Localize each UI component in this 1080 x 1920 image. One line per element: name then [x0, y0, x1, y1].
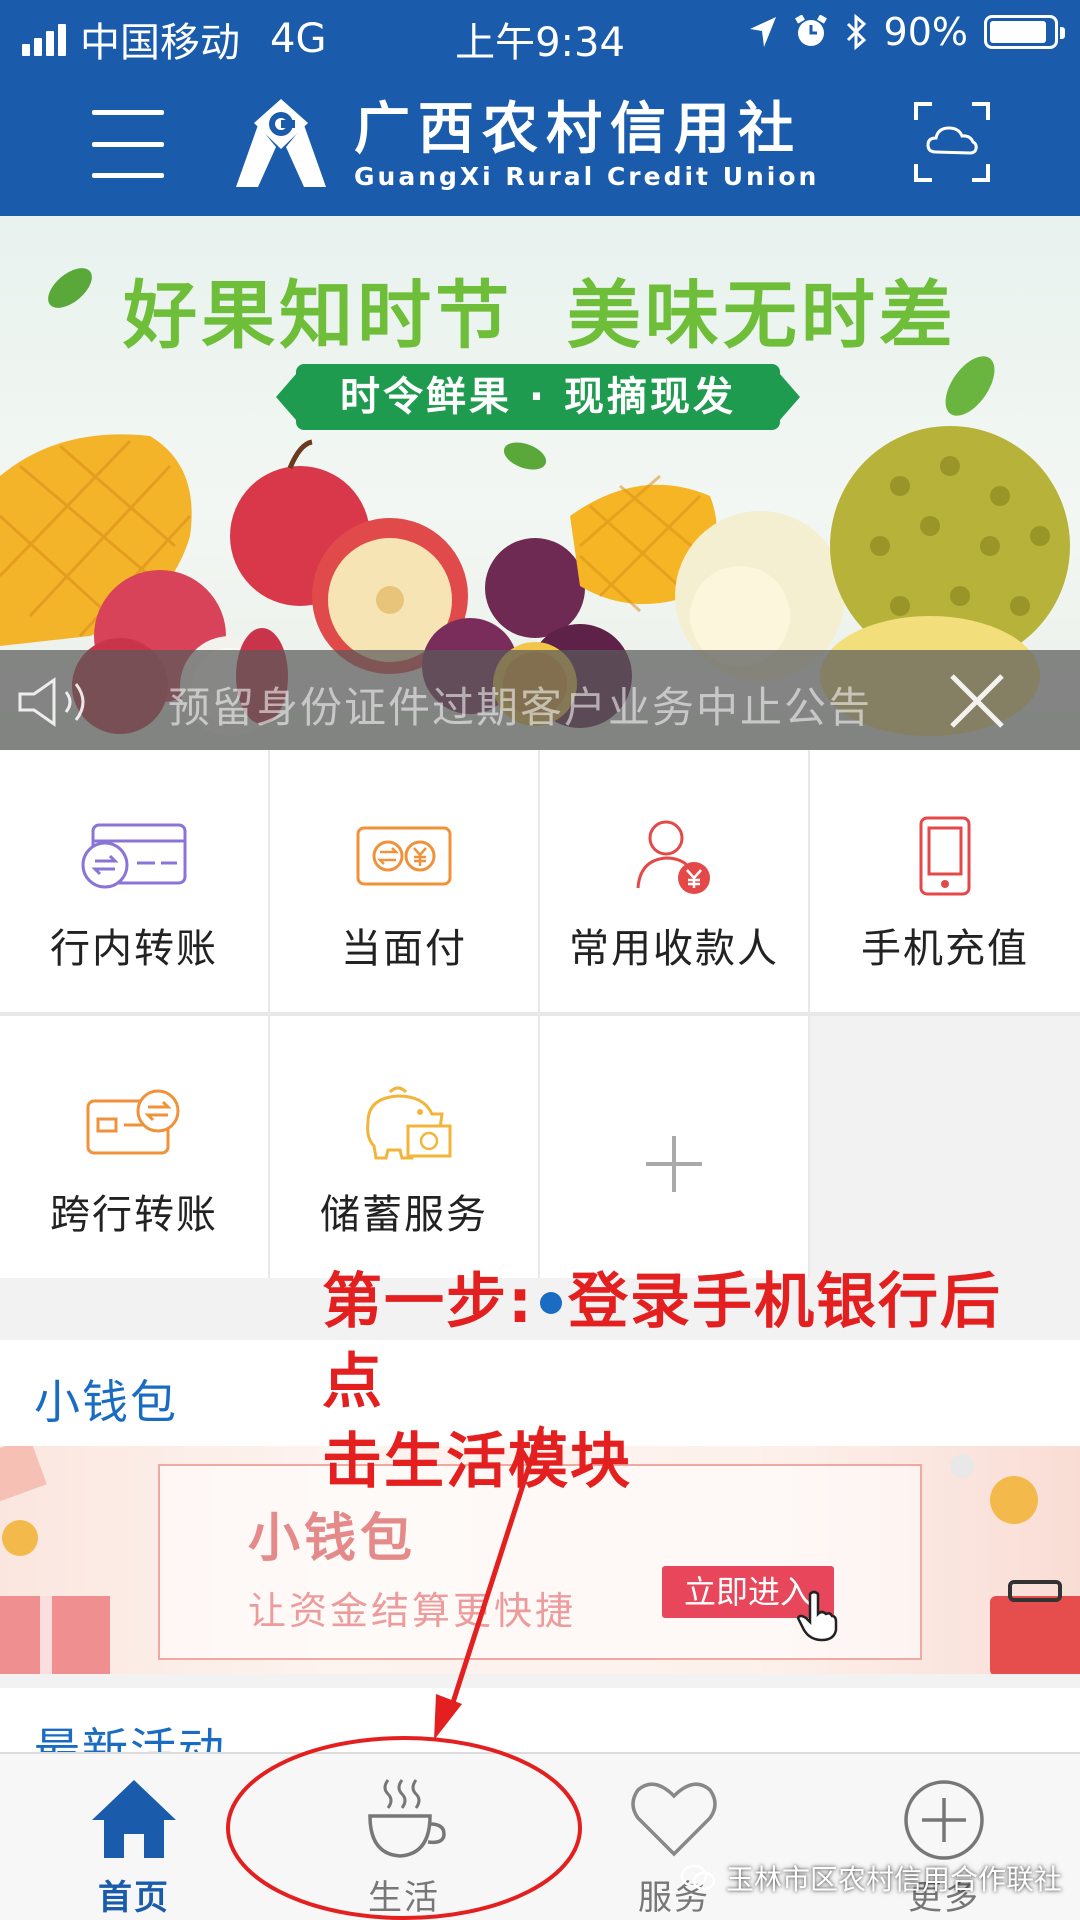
service-label: 储蓄服务	[320, 1192, 488, 1238]
instruction-step: 第一步:	[322, 1267, 534, 1337]
instruction-line2: 击生活模块	[322, 1427, 632, 1497]
banner-tagline: 时令鲜果 · 现摘现发	[276, 364, 800, 430]
logo-title-cn: 广西农村信用社	[354, 97, 802, 162]
empty-cell	[810, 1016, 1080, 1278]
logo-title-en: GuangXi Rural Credit Union	[354, 162, 820, 191]
plus-circle-icon	[904, 1780, 984, 1860]
service-item-phone-topup[interactable]: 手机充值	[810, 750, 1080, 1012]
instruction-annotation: 第一步: 登录手机银行后点 击生活模块	[322, 1262, 1062, 1502]
wechat-icon	[680, 1864, 716, 1891]
bank-logo: 广西农村信用社 GuangXi Rural Credit Union	[226, 90, 819, 200]
tab-life[interactable]: 生活	[304, 1754, 504, 1920]
payee-icon	[636, 820, 710, 894]
watermark-text: 玉林市区农村信用合作联社	[726, 1863, 1063, 1896]
status-icons: 90%	[748, 10, 1065, 54]
service-grid: 行内转账 当面付 常用收款人 手机充值 跨行转账 储蓄服务	[0, 750, 1080, 1278]
battery-icon	[984, 15, 1065, 49]
service-item-payee[interactable]: 常用收款人	[540, 750, 808, 1012]
close-icon[interactable]	[946, 670, 1008, 732]
add-service-cell[interactable]	[540, 1016, 808, 1278]
tab-label: 首页	[98, 1878, 170, 1918]
service-label: 跨行转账	[50, 1192, 218, 1238]
banner-headline-1: 好果知时节	[123, 273, 514, 359]
menu-icon[interactable]	[92, 106, 164, 182]
service-label: 常用收款人	[569, 926, 779, 972]
phone-topup-icon	[919, 816, 971, 896]
notice-text[interactable]: 预留身份证件过期客户业务中止公告	[168, 674, 872, 735]
scan-icon[interactable]	[914, 102, 990, 182]
activity-section-title: 最新活动	[34, 1723, 226, 1752]
interbank-transfer-icon	[86, 1089, 180, 1155]
watermark: 玉林市区农村信用合作联社	[680, 1858, 1062, 1898]
logo-mark-icon	[236, 99, 326, 187]
heart-icon	[631, 1782, 717, 1857]
battery-fill	[990, 21, 1046, 43]
service-label: 当面付	[341, 926, 467, 972]
alarm-icon	[794, 15, 827, 46]
app-header: 广西农村信用社 GuangXi Rural Credit Union	[0, 72, 1080, 216]
add-icon[interactable]	[642, 1132, 706, 1196]
notice-bar[interactable]: 预留身份证件过期客户业务中止公告	[0, 650, 1080, 750]
location-arrow-icon	[749, 17, 776, 47]
face-pay-icon	[356, 826, 452, 886]
wallet-card-subtitle: 让资金结算更快捷	[248, 1589, 577, 1633]
promo-banner[interactable]: 好果知时节 美味无时差 时令鲜果 · 现摘现发 预留身份证件过期客户业务中止公告	[0, 216, 1080, 750]
section-separator	[0, 1674, 1080, 1688]
activity-section-header: 最新活动	[0, 1688, 1080, 1752]
service-item-intra-transfer[interactable]: 行内转账	[0, 750, 268, 1012]
instruction-dot	[540, 1292, 562, 1315]
coffee-cup-icon	[368, 1779, 446, 1858]
status-bar: 中国移动 4G 上午9:34 90%	[0, 0, 1080, 72]
transfer-card-icon	[81, 823, 187, 889]
hand-pointer-icon	[796, 1590, 838, 1642]
battery-percent: 90%	[883, 10, 968, 54]
banner-headline-2: 美味无时差	[566, 273, 957, 359]
wallet-section-title: 小钱包	[34, 1375, 178, 1429]
service-label: 行内转账	[50, 926, 218, 972]
piggy-bank-icon	[366, 1086, 452, 1160]
banner-headline: 好果知时节 美味无时差	[0, 256, 1080, 363]
home-icon	[92, 1780, 176, 1858]
service-item-face-pay[interactable]: 当面付	[270, 750, 538, 1012]
tab-label: 生活	[368, 1878, 440, 1918]
bluetooth-icon	[846, 14, 866, 50]
wallet-card-title: 小钱包	[248, 1509, 417, 1569]
speaker-icon	[18, 677, 85, 727]
service-item-interbank-transfer[interactable]: 跨行转账	[0, 1016, 268, 1278]
service-item-savings[interactable]: 储蓄服务	[270, 1016, 538, 1278]
tab-home[interactable]: 首页	[34, 1754, 234, 1920]
service-label: 手机充值	[861, 926, 1029, 972]
